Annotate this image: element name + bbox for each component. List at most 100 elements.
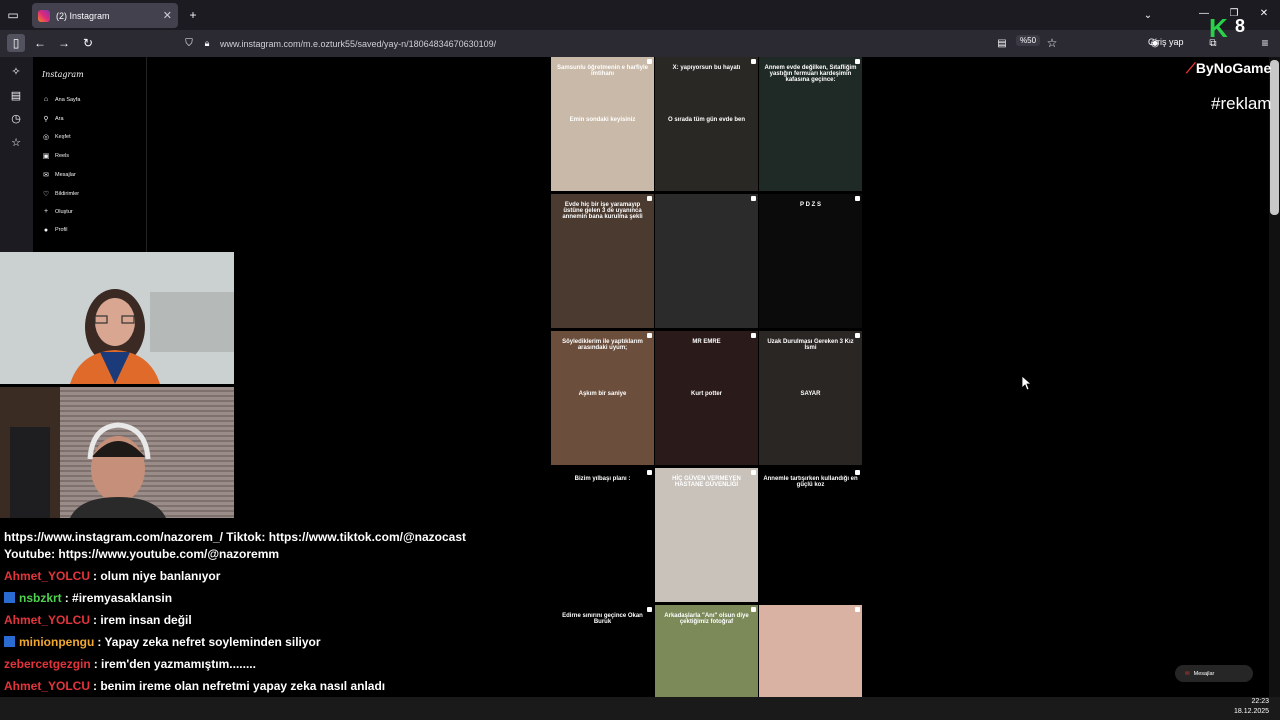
- reel-indicator-icon: [647, 607, 652, 612]
- ig-nav-reels[interactable]: ▣ Reels: [42, 152, 69, 160]
- chat-text: : #iremyasaklansin: [64, 591, 173, 605]
- reel-indicator-icon: [855, 333, 860, 338]
- shield-icon[interactable]: ⛉: [180, 34, 198, 52]
- bookmark-star-icon[interactable]: ☆: [1043, 34, 1061, 52]
- post-caption: HİÇ GÜVEN VERMEYEN HASTANE GÜVENLİĞİ: [672, 476, 741, 488]
- ig-nav-mesajlar[interactable]: ✉ Mesajlar: [42, 171, 76, 179]
- ig-nav-profil[interactable]: ● Profil: [42, 227, 68, 234]
- saved-post-thumbnail[interactable]: Samsunlu öğretmenin e harfiyle imtihanı E…: [551, 57, 654, 191]
- instagram-favicon-icon: [38, 9, 50, 22]
- reel-indicator-icon: [647, 470, 652, 475]
- saved-post-thumbnail[interactable]: Söylediklerim ile yaptıklarım arasındaki…: [551, 331, 654, 465]
- reel-indicator-icon: [751, 470, 756, 475]
- chat-message: Ahmet_YOLCU: olum niye banlanıyor: [4, 569, 220, 583]
- webcam-streamer-2: [0, 387, 234, 518]
- chat-text: : Yapay zeka nefret soyleminden siliyor: [97, 635, 321, 649]
- tab-instagram[interactable]: (2) Instagram ✕: [32, 3, 178, 28]
- reel-indicator-icon: [647, 196, 652, 201]
- saved-post-thumbnail[interactable]: Evde hiç bir işe yaramayıp üstüne gelen …: [551, 194, 654, 328]
- chat-badge-icon: [4, 592, 15, 603]
- sidebar-toggle-icon[interactable]: ▯: [7, 34, 25, 52]
- post-caption: P D Z S: [800, 202, 821, 208]
- reload-icon[interactable]: ↻: [79, 34, 97, 52]
- ig-nav-ara[interactable]: ⚲ Ara: [42, 115, 63, 123]
- menu-icon[interactable]: ≡: [1256, 34, 1274, 52]
- post-caption: MR EMRE: [692, 339, 721, 345]
- post-subcaption: SAYAR: [800, 391, 821, 397]
- k8-letter: K: [1209, 13, 1228, 43]
- reel-indicator-icon: [751, 196, 756, 201]
- saved-post-thumbnail[interactable]: X: yapıyorsun bu hayatı O sırada tüm gün …: [655, 57, 758, 191]
- chat-text: : benim ireme olan nefretmi yapay zeka n…: [93, 679, 386, 693]
- saved-post-thumbnail[interactable]: Annemle tartışırken kullandığı en güçlü …: [759, 468, 862, 602]
- search-icon: ⚲: [43, 115, 49, 123]
- post-caption: Bizim yılbaşı planı :: [574, 476, 631, 482]
- ig-nav-label: Keşfet: [55, 134, 71, 141]
- webcam-streamer-1: [0, 252, 234, 384]
- saved-post-thumbnail[interactable]: MR EMRE Kurt potter: [655, 331, 758, 465]
- post-subcaption: O sırada tüm gün evde ben: [667, 117, 745, 123]
- ig-nav-keşfet[interactable]: ◎ Keşfet: [42, 133, 71, 141]
- signin-button[interactable]: Giriş yap: [1148, 37, 1184, 47]
- bynogame-text: ByNoGame: [1195, 60, 1272, 76]
- bookmarks-icon[interactable]: ☆: [8, 134, 24, 150]
- forward-icon[interactable]: →: [55, 34, 73, 52]
- explore-icon: ◎: [42, 134, 50, 142]
- chat-username: Ahmet_YOLCU: [4, 613, 91, 627]
- history-icon[interactable]: ◷: [8, 110, 24, 126]
- saved-post-thumbnail[interactable]: P D Z S: [759, 194, 862, 328]
- post-caption: Samsunlu öğretmenin e harfiyle imtihanı: [556, 65, 649, 77]
- ai-sparkle-icon[interactable]: ✧: [8, 63, 24, 79]
- post-caption: X: yapıyorsun bu hayatı: [672, 65, 741, 71]
- post-subcaption: Kurt potter: [691, 391, 722, 397]
- profile-icon: ●: [43, 226, 49, 234]
- ig-nav-bildirimler[interactable]: ♡ Bildirimler: [42, 190, 79, 198]
- reel-indicator-icon: [855, 470, 860, 475]
- tab-list-icon[interactable]: ▭: [4, 6, 22, 24]
- saved-post-thumbnail[interactable]: Annem evde değilken, Sıtafliğim yastığın…: [759, 57, 862, 191]
- messages-pill-label: Mesajlar: [1193, 670, 1215, 677]
- new-tab-icon[interactable]: +: [184, 6, 202, 24]
- webcam-2-image: [0, 387, 166, 518]
- chat-text: https://www.instagram.com/nazorem_/ Tikt…: [4, 530, 466, 544]
- ig-nav-label: Profil: [55, 227, 68, 234]
- chat-username: Ahmet_YOLCU: [4, 679, 91, 693]
- reader-view-icon[interactable]: ▤: [993, 34, 1011, 52]
- ig-nav-label: Ana Sayfa: [55, 96, 81, 103]
- ig-nav-label: Bildirimler: [55, 190, 80, 197]
- heart-icon: ♡: [42, 190, 50, 198]
- ig-nav-label: Mesajlar: [55, 171, 76, 178]
- post-caption: Edirne sınırını geçince Okan Buruk: [562, 613, 643, 625]
- ig-nav-label: Oluştur: [55, 208, 73, 215]
- chevron-down-icon[interactable]: ⌄: [1139, 6, 1157, 24]
- url-field[interactable]: www.instagram.com/m.e.ozturk55/saved/yay…: [212, 33, 612, 54]
- chat-message: nsbzkrt: #iremyasaklansin: [4, 591, 172, 605]
- ig-nav-oluştur[interactable]: + Oluştur: [42, 208, 73, 215]
- back-icon[interactable]: ←: [31, 34, 49, 52]
- scrollbar-thumb[interactable]: [1270, 60, 1279, 215]
- post-subcaption: Aşkım bir saniye: [578, 391, 627, 397]
- tab-title: (2) Instagram: [56, 10, 110, 21]
- clock-time: 22:23: [1251, 698, 1270, 705]
- saved-post-thumbnail[interactable]: [655, 194, 758, 328]
- k8-number: 8: [1235, 16, 1246, 36]
- taskbar: [0, 697, 1280, 720]
- instagram-logo[interactable]: Instagram: [42, 70, 84, 79]
- close-window-icon[interactable]: ✕: [1255, 4, 1273, 22]
- post-caption: Uzak Durulması Gereken 3 Kız İsmi: [767, 339, 854, 351]
- saved-posts-grid: Samsunlu öğretmenin e harfiyle imtihanı E…: [551, 57, 863, 720]
- synced-tabs-icon[interactable]: ▤: [8, 87, 24, 103]
- ig-nav-ana-sayfa[interactable]: ⌂ Ana Sayfa: [42, 96, 81, 103]
- saved-post-thumbnail[interactable]: HİÇ GÜVEN VERMEYEN HASTANE GÜVENLİĞİ: [655, 468, 758, 602]
- ad-hashtag: #reklam: [1211, 94, 1272, 113]
- saved-post-thumbnail[interactable]: Uzak Durulması Gereken 3 Kız İsmi SAYAR: [759, 331, 862, 465]
- webcam-1-image: [0, 252, 234, 384]
- messages-pill-icon: ✉: [1185, 670, 1190, 677]
- messages-pill[interactable]: ✉ Mesajlar: [1175, 665, 1253, 682]
- reel-indicator-icon: [855, 59, 860, 64]
- close-tab-icon[interactable]: ✕: [163, 9, 172, 22]
- taskbar-clock[interactable]: 22:23 18.12.2025: [1234, 697, 1269, 717]
- zoom-level[interactable]: %50: [1016, 35, 1041, 46]
- saved-post-thumbnail[interactable]: Bizim yılbaşı planı :: [551, 468, 654, 602]
- post-subcaption: Emin sondaki keyisiniz: [569, 117, 636, 123]
